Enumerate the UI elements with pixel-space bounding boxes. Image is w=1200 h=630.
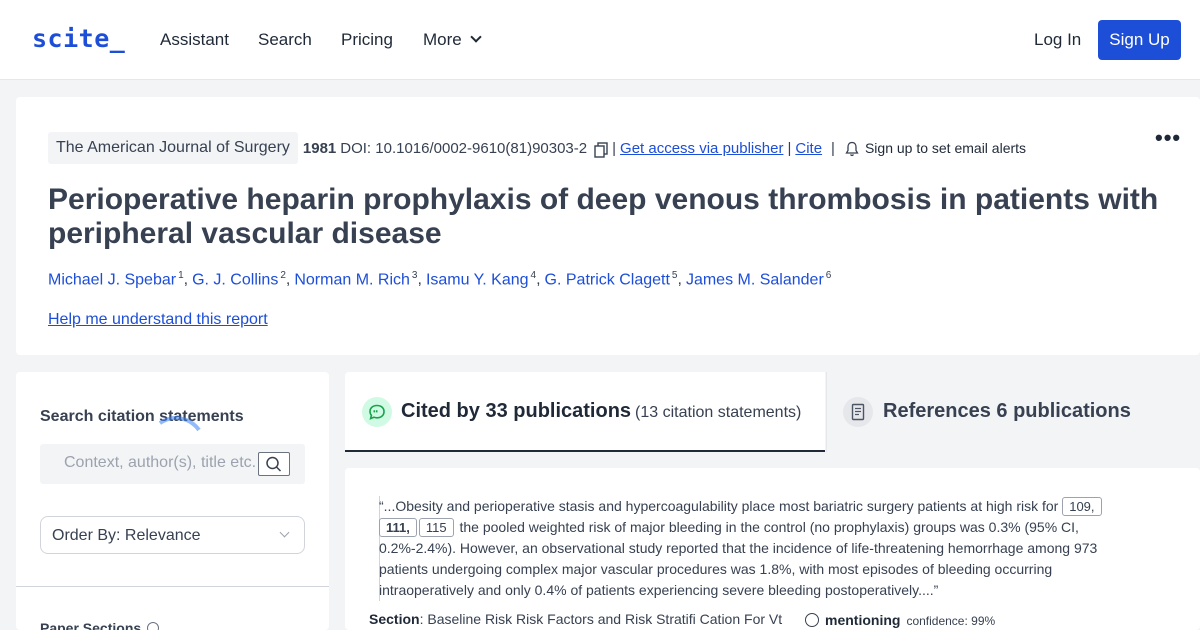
paper-title: Perioperative heparin prophylaxis of dee… xyxy=(48,183,1159,250)
confidence-value: confidence: 99% xyxy=(906,614,996,628)
author-link[interactable]: Norman M. Rich xyxy=(294,271,410,288)
paper-header-card: The American Journal of Surgery 1981 DOI… xyxy=(16,97,1200,355)
author-sup: 1 xyxy=(178,270,184,281)
citation-sidebar: Search citation statements Order By: Rel… xyxy=(16,372,329,630)
help-understand-link[interactable]: Help me understand this report xyxy=(48,311,268,329)
separator: , xyxy=(536,271,541,289)
references-title: References 6 publications xyxy=(883,400,1131,422)
author-link[interactable]: James M. Salander xyxy=(686,271,824,288)
quote-text: the pooled weighted risk of major bleedi… xyxy=(379,519,1098,598)
nav-assistant[interactable]: Assistant xyxy=(160,30,229,50)
citation-statements-count: (13 citation statements) xyxy=(635,404,802,421)
paper-sections-heading: Paper Sections xyxy=(40,620,160,630)
quote-text: “...Obesity and perioperative stasis and… xyxy=(379,498,1059,514)
copy-icon[interactable] xyxy=(594,142,608,158)
reference-badge[interactable]: 115 xyxy=(418,518,454,537)
separator: | xyxy=(612,139,617,157)
section-label: Section xyxy=(369,611,420,627)
mentioning-label: mentioning xyxy=(825,612,901,628)
chat-bubble-icon xyxy=(362,397,392,427)
separator: | xyxy=(831,139,835,157)
cited-by-title: Cited by 33 publications (13 citation sta… xyxy=(401,400,801,423)
citation-quote: “...Obesity and perioperative stasis and… xyxy=(379,496,1109,601)
author-link[interactable]: G. Patrick Clagett xyxy=(545,271,670,288)
journal-badge[interactable]: The American Journal of Surgery xyxy=(48,132,298,164)
tab-cited-by[interactable]: Cited by 33 publications (13 citation sta… xyxy=(345,372,825,452)
nav-pricing[interactable]: Pricing xyxy=(341,30,393,50)
search-citation-label: Search citation statements xyxy=(40,408,244,425)
order-by-value: Order By: Relevance xyxy=(52,527,201,544)
separator: , xyxy=(677,271,682,289)
separator: , xyxy=(285,271,291,289)
login-link[interactable]: Log In xyxy=(1034,30,1081,50)
citation-search-box xyxy=(40,444,305,484)
doi-text: DOI: 10.1016/0002-9610(81)90303-2 xyxy=(340,139,588,157)
separator: , xyxy=(183,271,189,289)
nav-search[interactable]: Search xyxy=(258,30,312,50)
paper-meta-row: The American Journal of Surgery 1981 DOI… xyxy=(48,132,1026,164)
separator: , xyxy=(417,271,422,289)
nav-more[interactable]: More xyxy=(423,30,482,50)
chevron-down-icon xyxy=(279,527,290,538)
paper-sections-label: Paper Sections xyxy=(40,620,142,630)
check-circle-icon xyxy=(805,613,819,627)
order-by-select[interactable]: Order By: Relevance xyxy=(40,516,305,554)
search-icon xyxy=(266,456,282,472)
more-options-icon[interactable]: ••• xyxy=(1155,125,1181,151)
author-link[interactable]: Michael J. Spebar xyxy=(48,271,176,288)
section-row: Section: Baseline Risk Risk Factors and … xyxy=(369,611,782,627)
search-button[interactable] xyxy=(258,452,290,476)
separator: | xyxy=(787,139,792,157)
reference-badge[interactable]: 109, xyxy=(1062,497,1102,516)
top-nav: scite_ Assistant Search Pricing More Log… xyxy=(0,0,1200,80)
author-link[interactable]: G. J. Collins xyxy=(192,271,278,288)
signup-button[interactable]: Sign Up xyxy=(1098,20,1181,60)
publication-year: 1981 xyxy=(302,139,337,157)
cite-link[interactable]: Cite xyxy=(795,140,822,157)
access-link[interactable]: Get access via publisher xyxy=(620,140,783,157)
chevron-down-icon xyxy=(470,31,482,43)
bell-icon[interactable] xyxy=(845,141,859,157)
reference-badge[interactable]: 111, xyxy=(379,518,417,537)
document-icon xyxy=(843,397,873,427)
email-alerts-link[interactable]: Sign up to set email alerts xyxy=(865,140,1026,156)
citation-statement-card: “...Obesity and perioperative stasis and… xyxy=(345,468,1200,630)
info-icon[interactable] xyxy=(147,622,160,630)
nav-more-label: More xyxy=(423,30,462,49)
author-sup: 6 xyxy=(825,270,832,281)
section-value: : Baseline Risk Risk Factors and Risk St… xyxy=(419,611,783,627)
tab-references[interactable]: References 6 publications xyxy=(826,372,1200,452)
cited-by-count: Cited by 33 publications xyxy=(401,400,632,422)
divider xyxy=(16,586,329,587)
mentioning-badge: mentioning confidence: 99% xyxy=(805,611,995,628)
author-link[interactable]: Isamu Y. Kang xyxy=(426,271,529,288)
citation-search-input[interactable] xyxy=(64,454,264,472)
author-list: Michael J. Spebar 1, G. J. Collins 2, Norman… xyxy=(48,270,831,289)
scite-logo[interactable]: scite_ xyxy=(32,24,125,53)
